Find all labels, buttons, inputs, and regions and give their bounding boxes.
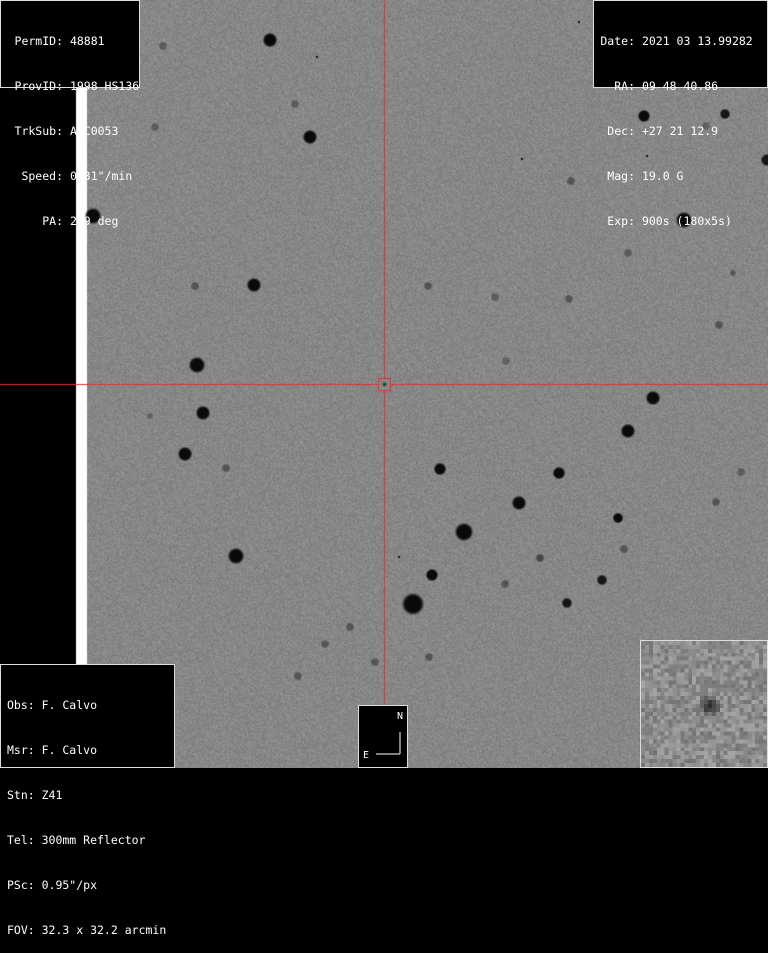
info-row-exp: Exp: 900s (180x5s) xyxy=(607,214,732,228)
observer-info-panel: Obs: F. Calvo Msr: F. Calvo Stn: Z41 Tel… xyxy=(0,664,175,937)
info-row-psc: PSc: 0.95"/px xyxy=(7,878,98,892)
info-row-provid: ProvID: 1998 HS136 xyxy=(14,79,140,93)
info-row-pa: PA: 269 deg xyxy=(42,214,119,228)
info-row-tel: Tel: 300mm Reflector xyxy=(7,833,146,847)
compass-east-label: E xyxy=(363,750,370,761)
info-row-fov: FOV: 32.3 x 32.2 arcmin xyxy=(7,923,167,937)
compass-north-label: N xyxy=(396,711,403,722)
info-row-date: Date: 2021 03 13.99282 xyxy=(600,34,753,48)
info-row-permid: PermID: 48881 xyxy=(14,34,105,48)
observation-info-panel: Date: 2021 03 13.99282 RA: 09 48 40.86 D… xyxy=(593,0,768,228)
info-row-dec: Dec: +27 21 12.9 xyxy=(607,124,719,138)
info-row-stn: Stn: Z41 xyxy=(7,788,63,802)
info-row-mag: Mag: 19.0 G xyxy=(607,169,684,183)
target-zoom-image xyxy=(641,641,767,767)
info-row-speed: Speed: 0.31"/min xyxy=(21,169,133,183)
object-info-panel: PermID: 48881 ProvID: 1998 HS136 TrkSub:… xyxy=(0,0,140,228)
info-row-trksub: TrkSub: ABC0053 xyxy=(14,124,119,138)
compass-icon: N E xyxy=(358,705,408,768)
info-row-msr: Msr: F. Calvo xyxy=(7,743,98,757)
info-row-ra: RA: 09 48 40.86 xyxy=(614,79,719,93)
info-row-obs: Obs: F. Calvo xyxy=(7,698,98,712)
target-zoom-thumbnail xyxy=(640,640,768,768)
